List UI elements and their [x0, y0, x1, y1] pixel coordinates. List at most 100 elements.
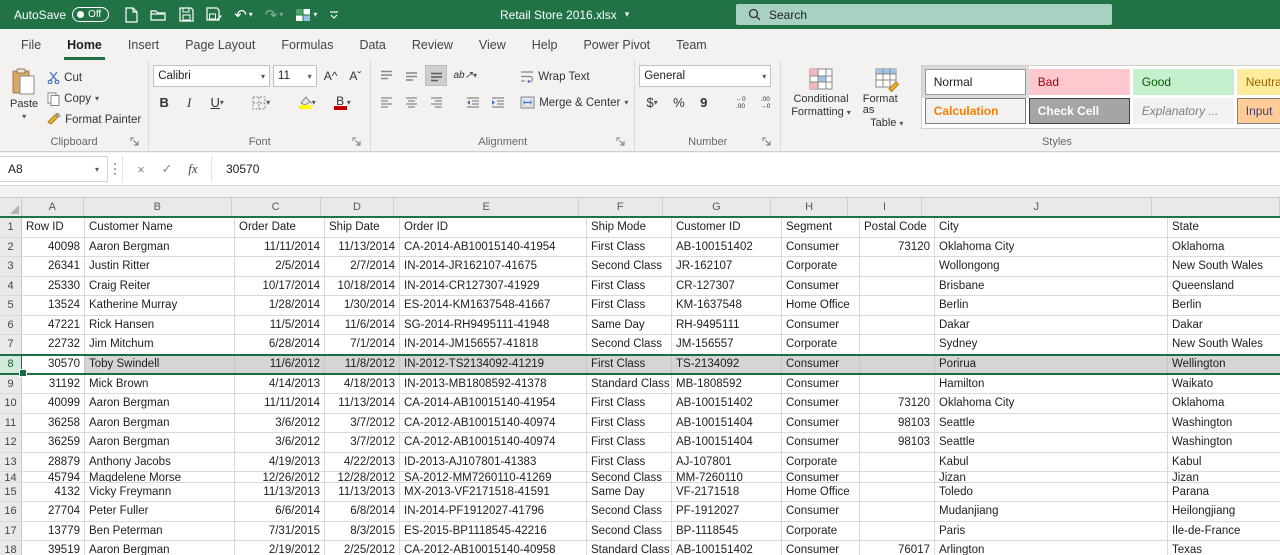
cell[interactable]: Mick Brown — [85, 375, 235, 394]
format-painter-button[interactable]: Format Painter — [44, 109, 144, 130]
row-header-11[interactable]: 11 — [0, 414, 22, 433]
row-header-3[interactable]: 3 — [0, 257, 22, 276]
cell[interactable]: IN-2014-JM156557-41818 — [400, 335, 587, 354]
cell[interactable]: Second Class — [587, 472, 672, 482]
cell[interactable]: Standard Class — [587, 375, 672, 394]
cell[interactable]: AB-100151402 — [672, 541, 782, 555]
cell[interactable]: Customer ID — [672, 218, 782, 237]
cell[interactable]: Mudanjiang — [935, 502, 1168, 521]
cell[interactable]: 3/7/2012 — [325, 414, 400, 433]
cell[interactable]: First Class — [587, 433, 672, 452]
name-box[interactable]: A8 ▾ — [0, 156, 108, 182]
cell[interactable]: Rick Hansen — [85, 316, 235, 335]
cell[interactable]: 11/11/2014 — [235, 238, 325, 257]
cell-style-explanatory-[interactable]: Explanatory ... — [1133, 98, 1234, 124]
cell[interactable]: Hamilton — [935, 375, 1168, 394]
cell[interactable]: 27704 — [22, 502, 85, 521]
column-header-A[interactable]: A — [22, 198, 84, 216]
cell[interactable]: Anthony Jacobs — [85, 453, 235, 472]
cell[interactable]: 11/13/2014 — [325, 394, 400, 413]
cell[interactable] — [860, 356, 935, 373]
row-header-16[interactable]: 16 — [0, 502, 22, 521]
cell[interactable]: New South Wales — [1168, 257, 1280, 276]
cell[interactable]: City — [935, 218, 1168, 237]
cell[interactable]: IN-2013-MB1808592-41378 — [400, 375, 587, 394]
cell[interactable]: Home Office — [782, 296, 860, 315]
cell[interactable]: 3/6/2012 — [235, 433, 325, 452]
column-header-G[interactable]: G — [663, 198, 771, 216]
cell[interactable]: AB-100151404 — [672, 433, 782, 452]
cell[interactable]: 73120 — [860, 394, 935, 413]
decrease-decimal-button[interactable]: .00→0 — [754, 92, 776, 113]
increase-decimal-button[interactable]: ←0.00 — [730, 92, 752, 113]
cell[interactable]: KM-1637548 — [672, 296, 782, 315]
column-header-C[interactable]: C — [232, 198, 321, 216]
row-header-18[interactable]: 18 — [0, 541, 22, 555]
cell[interactable]: Ship Date — [325, 218, 400, 237]
cell[interactable]: 11/6/2014 — [325, 316, 400, 335]
font-dialog-launcher[interactable] — [352, 137, 363, 148]
cell[interactable]: MB-1808592 — [672, 375, 782, 394]
bold-button[interactable]: B — [153, 92, 175, 113]
cell[interactable]: Consumer — [782, 472, 860, 482]
search-input[interactable]: Search — [736, 4, 1112, 25]
column-header-I[interactable]: I — [848, 198, 922, 216]
row-header-1[interactable]: 1 — [0, 218, 22, 237]
align-right-button[interactable] — [425, 91, 447, 112]
cell[interactable]: 3/6/2012 — [235, 414, 325, 433]
cell[interactable] — [860, 453, 935, 472]
cell[interactable]: Dakar — [1168, 316, 1280, 335]
cell[interactable]: 12/28/2012 — [325, 472, 400, 482]
cell[interactable]: Justin Ritter — [85, 257, 235, 276]
column-header-B[interactable]: B — [84, 198, 232, 216]
row-header-15[interactable]: 15 — [0, 483, 22, 502]
row-header-4[interactable]: 4 — [0, 277, 22, 296]
cell[interactable]: 2/7/2014 — [325, 257, 400, 276]
cell[interactable]: Ben Peterman — [85, 522, 235, 541]
align-middle-button[interactable] — [400, 65, 422, 86]
borders-button[interactable]: ▾ — [246, 92, 276, 113]
cell[interactable]: Arlington — [935, 541, 1168, 555]
cell[interactable]: Segment — [782, 218, 860, 237]
cell[interactable]: Vicky Freymann — [85, 483, 235, 502]
cell[interactable]: CA-2012-AB10015140-40974 — [400, 414, 587, 433]
cell[interactable]: Ile-de-France — [1168, 522, 1280, 541]
cell[interactable]: First Class — [587, 296, 672, 315]
cell[interactable]: 98103 — [860, 433, 935, 452]
cell[interactable]: IN-2014-CR127307-41929 — [400, 277, 587, 296]
cell[interactable]: Consumer — [782, 277, 860, 296]
cell[interactable]: Consumer — [782, 394, 860, 413]
cell[interactable] — [860, 316, 935, 335]
column-header-H[interactable]: H — [771, 198, 848, 216]
cell[interactable]: 11/5/2014 — [235, 316, 325, 335]
cell[interactable]: State — [1168, 218, 1280, 237]
cell[interactable]: SG-2014-RH9495111-41948 — [400, 316, 587, 335]
cell-styles-quick-button[interactable]: ▾ — [290, 3, 322, 27]
cell[interactable]: Aaron Bergman — [85, 541, 235, 555]
cell[interactable]: Aaron Bergman — [85, 414, 235, 433]
cell[interactable]: RH-9495111 — [672, 316, 782, 335]
cell[interactable]: Consumer — [782, 375, 860, 394]
cell[interactable]: 10/18/2014 — [325, 277, 400, 296]
row-header-9[interactable]: 9 — [0, 375, 22, 394]
cell[interactable] — [860, 335, 935, 354]
cell[interactable]: IN-2014-JR162107-41675 — [400, 257, 587, 276]
orientation-button[interactable]: ab↗ ▾ — [450, 65, 480, 86]
cell-style-neutral[interactable]: Neutral — [1237, 69, 1280, 95]
cell[interactable]: 22732 — [22, 335, 85, 354]
cell[interactable]: ES-2014-KM1637548-41667 — [400, 296, 587, 315]
cell[interactable]: 4/14/2013 — [235, 375, 325, 394]
cell[interactable]: IN-2012-TS2134092-41219 — [400, 356, 587, 373]
cell[interactable]: Same Day — [587, 316, 672, 335]
cell[interactable]: Ship Mode — [587, 218, 672, 237]
cell[interactable]: CA-2014-AB10015140-41954 — [400, 238, 587, 257]
cell[interactable]: 40098 — [22, 238, 85, 257]
cell[interactable]: 12/26/2012 — [235, 472, 325, 482]
cell[interactable]: 13524 — [22, 296, 85, 315]
decrease-indent-button[interactable] — [462, 91, 484, 112]
row-header-13[interactable]: 13 — [0, 453, 22, 472]
cell[interactable]: Washington — [1168, 414, 1280, 433]
cell[interactable]: CA-2014-AB10015140-41954 — [400, 394, 587, 413]
formula-input[interactable]: 30570 — [212, 162, 259, 176]
fill-color-button[interactable]: ▾ — [291, 92, 323, 113]
